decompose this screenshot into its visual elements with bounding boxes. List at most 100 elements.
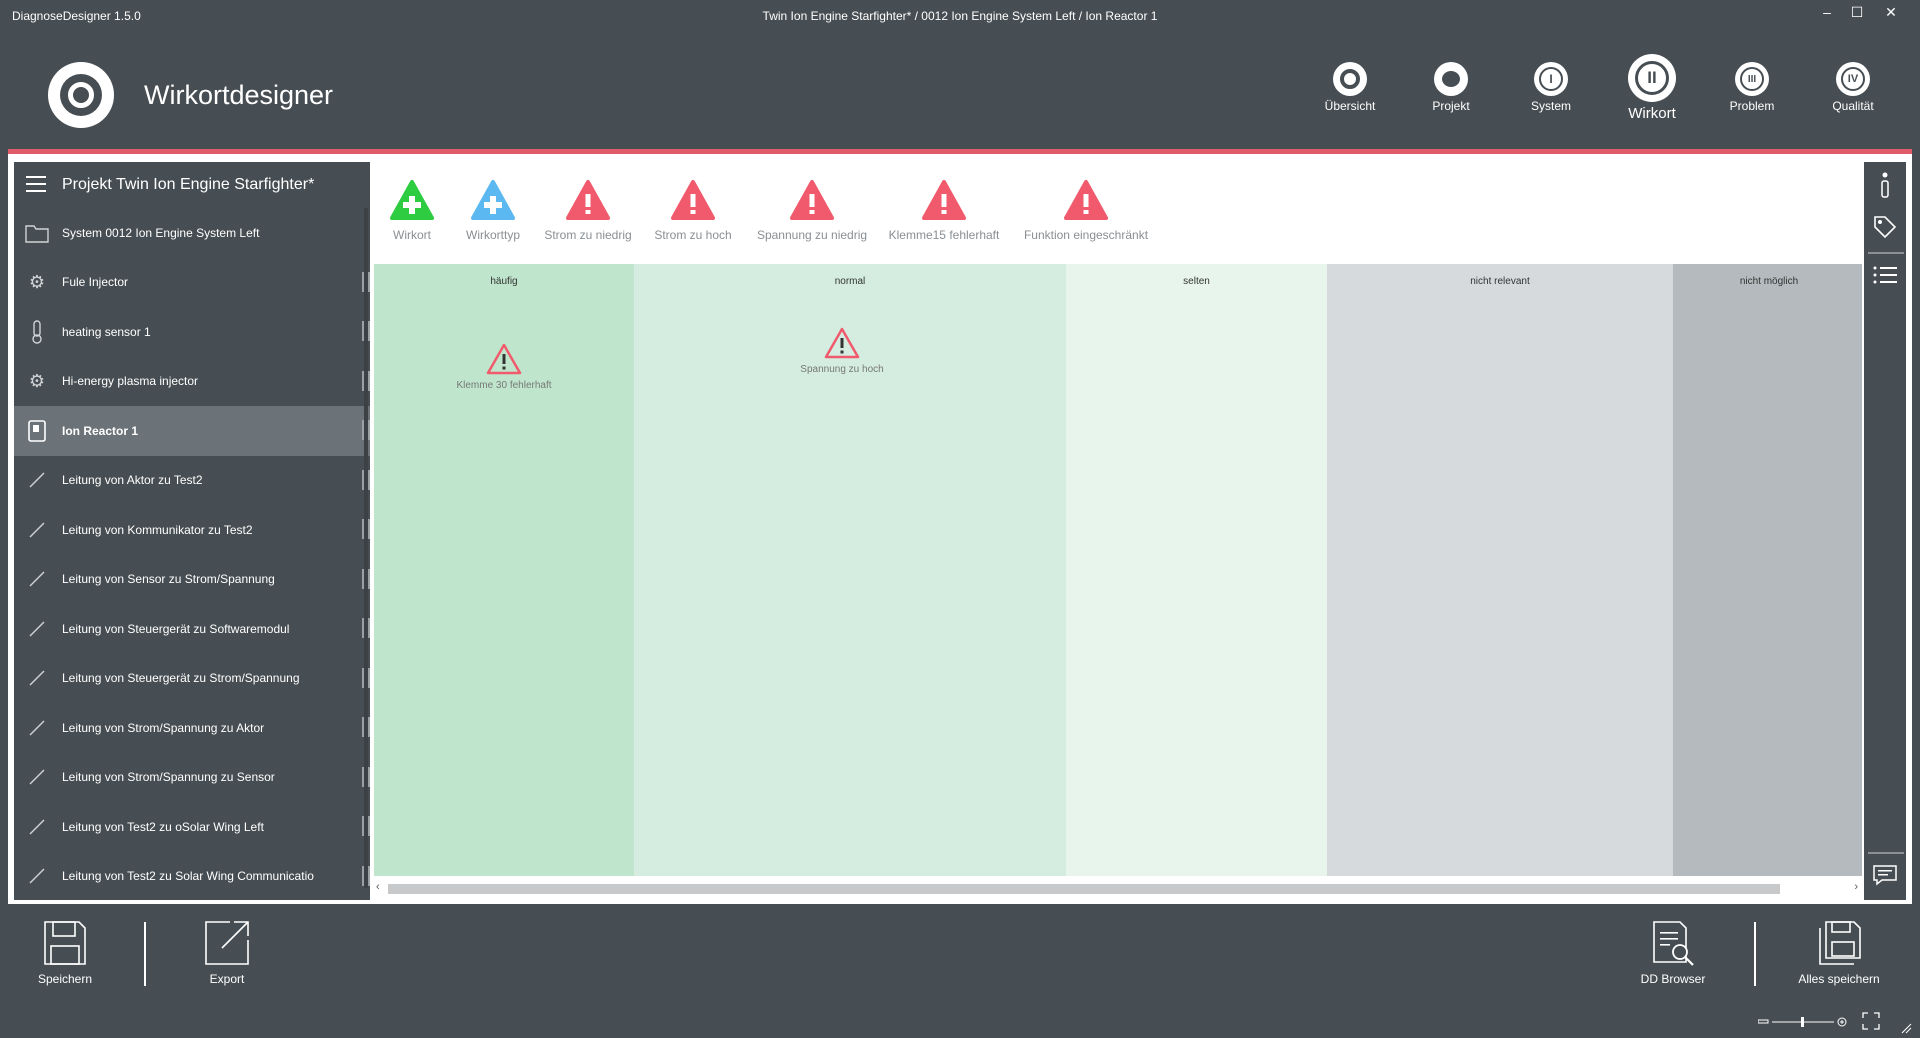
zoom-slider[interactable]: [1758, 1016, 1848, 1028]
export-button[interactable]: Export: [182, 920, 272, 986]
card-klemme-30[interactable]: Klemme 30 fehlerhaft: [444, 342, 564, 391]
add-blue-icon: [471, 180, 515, 220]
column-selten[interactable]: selten: [1066, 264, 1327, 876]
project-icon: [1434, 62, 1468, 96]
add-green-icon: [390, 180, 434, 220]
gear-icon: ⚙: [28, 271, 46, 292]
sidebar: Projekt Twin Ion Engine Starfighter* Sys…: [14, 162, 370, 900]
window-title: Twin Ion Engine Starfighter* / 0012 Ion …: [762, 9, 1158, 23]
nav-projekt[interactable]: Projekt: [1411, 62, 1491, 113]
wirkort-icon: II: [1628, 54, 1676, 102]
save-all-icon: [1819, 921, 1861, 965]
sidebar-item[interactable]: Leitung von Steuergerät zu Softwaremodul: [14, 604, 370, 654]
nav-label: Qualität: [1832, 99, 1874, 113]
hamburger-menu-icon[interactable]: [26, 176, 46, 194]
sidebar-item[interactable]: Leitung von Strom/Spannung zu Aktor: [14, 703, 370, 753]
frequency-board: häufig Klemme 30 fehlerhaft normal Spann…: [374, 264, 1862, 876]
sidebar-item[interactable]: Leitung von Test2 zu oSolar Wing Left: [14, 802, 370, 852]
sidebar-item-selected[interactable]: Ion Reactor 1: [14, 406, 370, 456]
line-icon: [24, 715, 50, 741]
floppy-disk-icon: [44, 921, 86, 965]
column-nicht-relevant[interactable]: nicht relevant: [1327, 264, 1673, 876]
warning-icon: [671, 180, 715, 220]
thermometer-icon: [24, 319, 50, 345]
app-name: DiagnoseDesigner 1.5.0: [12, 9, 141, 23]
tool-funktion-eingeschraenkt[interactable]: Funktion eingeschränkt: [1018, 180, 1154, 242]
warning-outline-icon: [486, 343, 522, 375]
column-normal[interactable]: normal Spannung zu hoch: [634, 264, 1066, 876]
warning-icon: [566, 180, 610, 220]
board-horizontal-scrollbar[interactable]: ‹ ›: [374, 880, 1862, 898]
tool-klemme15-fehlerhaft[interactable]: Klemme15 fehlerhaft: [884, 180, 1004, 242]
status-bar: [0, 1004, 1920, 1038]
sidebar-item[interactable]: ⚙ Fule Injector: [14, 258, 370, 308]
right-sidebar: [1864, 162, 1906, 900]
problem-icon: III: [1735, 62, 1769, 96]
sidebar-item[interactable]: Leitung von Kommunikator zu Test2: [14, 505, 370, 555]
nav-label: System: [1530, 99, 1571, 113]
sidebar-scrollbar[interactable]: [364, 208, 368, 888]
nav-uebersicht[interactable]: Übersicht: [1310, 62, 1390, 113]
close-button[interactable]: ✕: [1876, 2, 1906, 22]
tool-wirkorttyp[interactable]: Wirkorttyp: [460, 180, 526, 242]
sidebar-item[interactable]: Leitung von Aktor zu Test2: [14, 456, 370, 506]
nav-problem[interactable]: III Problem: [1712, 62, 1792, 113]
warning-outline-icon: [824, 327, 860, 359]
list-icon[interactable]: [1872, 262, 1898, 288]
save-all-button[interactable]: Alles speichern: [1784, 920, 1894, 986]
maximize-button[interactable]: ☐: [1842, 2, 1872, 22]
resize-grip-icon[interactable]: [1900, 1022, 1912, 1034]
sidebar-list: System 0012 Ion Engine System Left ⚙ Ful…: [14, 208, 370, 901]
title-bar: DiagnoseDesigner 1.5.0 Twin Ion Engine S…: [0, 0, 1920, 30]
nav-label: Übersicht: [1324, 99, 1376, 113]
tool-strom-zu-hoch[interactable]: Strom zu hoch: [650, 180, 736, 242]
comment-icon[interactable]: [1872, 862, 1898, 888]
project-title: Projekt Twin Ion Engine Starfighter*: [62, 176, 315, 193]
line-icon: [24, 566, 50, 592]
column-nicht-moeglich[interactable]: nicht möglich: [1673, 264, 1862, 876]
tool-strom-zu-niedrig[interactable]: Strom zu niedrig: [540, 180, 636, 242]
tool-wirkort[interactable]: Wirkort: [382, 180, 442, 242]
nav-label: Wirkort: [1628, 105, 1676, 122]
nav-qualitaet[interactable]: IV Qualität: [1813, 62, 1893, 113]
dd-browser-button[interactable]: DD Browser: [1628, 920, 1718, 986]
app-header: Wirkortdesigner Übersicht Projekt I Syst…: [0, 30, 1920, 148]
app-logo-icon: [48, 62, 114, 128]
overview-icon: [1333, 62, 1367, 96]
fullscreen-icon[interactable]: [1862, 1012, 1880, 1030]
sidebar-header: Projekt Twin Ion Engine Starfighter*: [14, 162, 370, 208]
quality-icon: IV: [1836, 62, 1870, 96]
column-haeufig[interactable]: häufig Klemme 30 fehlerhaft: [374, 264, 634, 876]
scrollbar-thumb[interactable]: [388, 884, 1780, 894]
line-icon: [24, 517, 50, 543]
warning-icon: [790, 180, 834, 220]
warning-icon: [1064, 180, 1108, 220]
document-search-icon: [1653, 921, 1694, 966]
line-icon: [24, 616, 50, 642]
export-icon: [205, 921, 249, 965]
sidebar-item[interactable]: Leitung von Sensor zu Strom/Spannung: [14, 555, 370, 605]
card-spannung-zu-hoch[interactable]: Spannung zu hoch: [782, 326, 902, 375]
scroll-right-icon[interactable]: ›: [1854, 881, 1858, 893]
sidebar-item[interactable]: ⚙ Hi-energy plasma injector: [14, 357, 370, 407]
line-icon: [24, 467, 50, 493]
nav-wirkort[interactable]: II Wirkort: [1612, 54, 1692, 122]
sidebar-item[interactable]: Leitung von Steuergerät zu Strom/Spannun…: [14, 654, 370, 704]
folder-icon: [24, 220, 50, 246]
gear-icon: ⚙: [28, 370, 46, 391]
minimize-button[interactable]: –: [1812, 2, 1842, 22]
system-icon: I: [1534, 62, 1568, 96]
sidebar-item[interactable]: System 0012 Ion Engine System Left: [14, 208, 370, 258]
tag-icon[interactable]: [1872, 214, 1898, 240]
sidebar-item[interactable]: Leitung von Test2 zu Solar Wing Communic…: [14, 852, 370, 902]
sidebar-item[interactable]: Leitung von Strom/Spannung zu Sensor: [14, 753, 370, 803]
nav-label: Problem: [1729, 99, 1775, 113]
scroll-left-icon[interactable]: ‹: [376, 881, 380, 893]
nav-system[interactable]: I System: [1511, 62, 1591, 113]
save-button[interactable]: Speichern: [20, 920, 110, 986]
page-title: Wirkortdesigner: [144, 80, 334, 110]
tool-spannung-zu-niedrig[interactable]: Spannung zu niedrig: [754, 180, 870, 242]
info-icon[interactable]: [1872, 172, 1898, 198]
sidebar-item[interactable]: heating sensor 1: [14, 307, 370, 357]
nav-label: Projekt: [1432, 99, 1470, 113]
